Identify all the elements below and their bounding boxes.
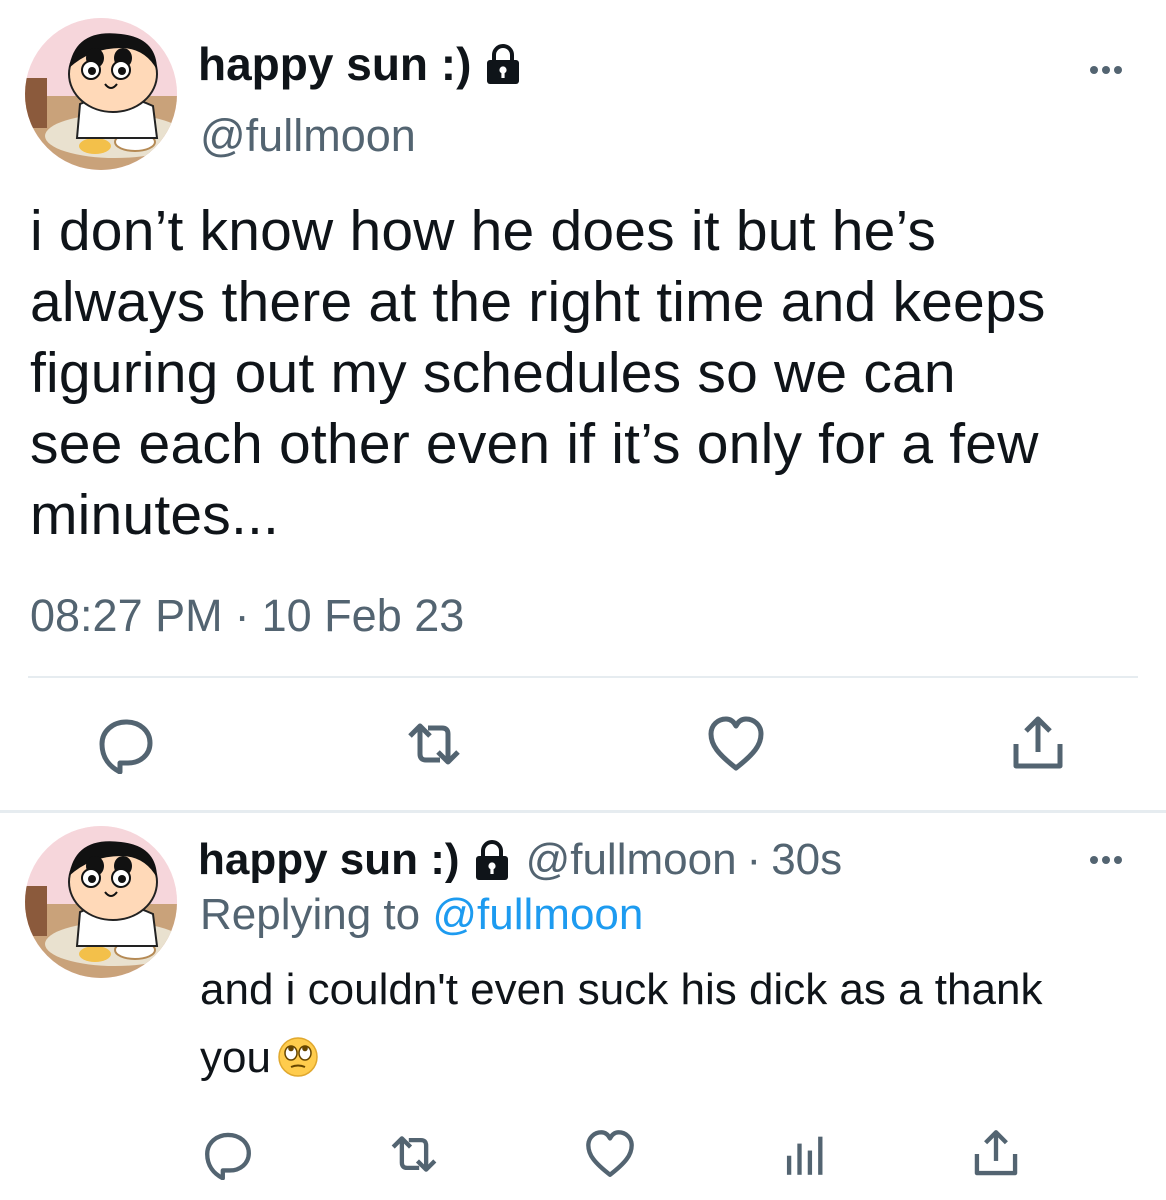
lock-icon xyxy=(472,839,512,881)
tweet-text: i don’t know how he does it but he’s alw… xyxy=(30,199,1046,547)
handle[interactable]: @fullmoon xyxy=(200,110,416,162)
main-tweet: happy sun :) @fullmoon i don’t know how … xyxy=(0,0,1166,810)
divider xyxy=(28,676,1138,678)
replying-mention-link[interactable]: @fullmoon xyxy=(432,890,643,939)
share-icon[interactable] xyxy=(1008,714,1068,774)
retweet-icon[interactable] xyxy=(388,1128,440,1180)
time-ago[interactable]: 30s xyxy=(771,835,842,885)
replying-to: Replying to @fullmoon xyxy=(200,890,643,940)
tweet-actions xyxy=(0,714,1166,774)
avatar[interactable] xyxy=(25,826,177,978)
display-name[interactable]: happy sun :) xyxy=(198,835,460,885)
retweet-icon[interactable] xyxy=(404,714,464,774)
like-icon[interactable] xyxy=(584,1128,636,1180)
author-row: happy sun :) xyxy=(198,36,523,92)
more-icon[interactable] xyxy=(1086,850,1126,870)
tweet-time: 08:27 PM xyxy=(30,590,223,641)
reply-author-row: happy sun :) @fullmoon · 30s xyxy=(198,832,842,888)
reply-icon[interactable] xyxy=(202,1128,254,1180)
reply-text: and i couldn't even suck his dick as a t… xyxy=(200,956,1100,1092)
share-icon[interactable] xyxy=(970,1128,1022,1180)
lock-icon xyxy=(483,43,523,85)
separator: · xyxy=(234,590,250,641)
reply-actions xyxy=(0,1128,1166,1188)
section-divider xyxy=(0,810,1166,813)
more-icon[interactable] xyxy=(1086,60,1126,80)
views-icon[interactable] xyxy=(780,1128,832,1180)
reply-text-body: and i couldn't even suck his dick as a t… xyxy=(200,965,1043,1082)
like-icon[interactable] xyxy=(706,714,766,774)
separator: · xyxy=(746,835,762,884)
avatar[interactable] xyxy=(25,18,177,170)
cartoon-boy-avatar-icon xyxy=(25,826,177,978)
timestamp[interactable]: 08:27 PM · 10 Feb 23 xyxy=(30,590,464,642)
display-name[interactable]: happy sun :) xyxy=(198,37,471,91)
handle[interactable]: @fullmoon xyxy=(526,835,737,885)
tweet-date: 10 Feb 23 xyxy=(261,590,465,641)
rolling-eyes-emoji-icon xyxy=(277,1036,319,1078)
replying-prefix: Replying to xyxy=(200,890,421,939)
tweet-detail-screen: happy sun :) @fullmoon i don’t know how … xyxy=(0,0,1166,1200)
cartoon-boy-avatar-icon xyxy=(25,18,177,170)
reply-icon[interactable] xyxy=(96,714,156,774)
